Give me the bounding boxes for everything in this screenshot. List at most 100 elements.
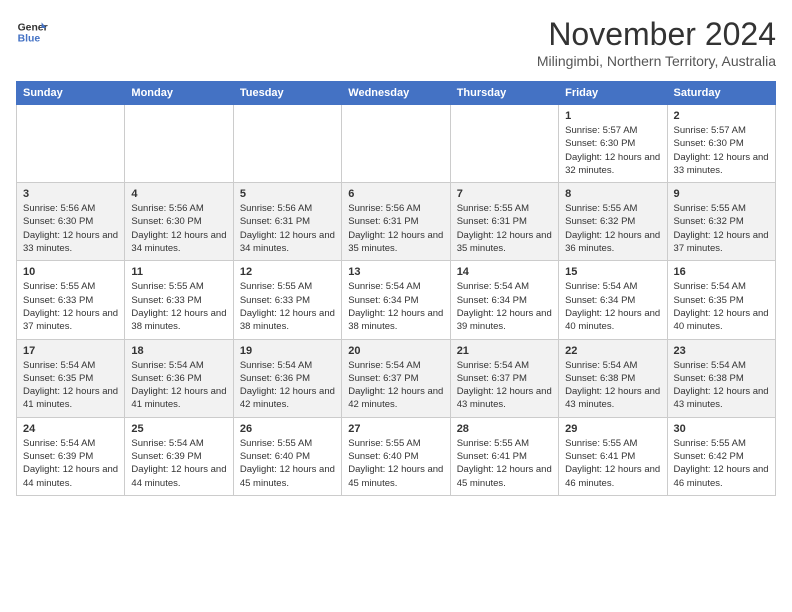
- calendar-cell: 5 Sunrise: 5:56 AM Sunset: 6:31 PM Daylig…: [233, 183, 341, 261]
- day-number: 16: [674, 266, 769, 278]
- day-info: Sunrise: 5:55 AM Sunset: 6:41 PM Dayligh…: [565, 437, 660, 490]
- calendar-cell: [450, 105, 558, 183]
- day-number: 21: [457, 345, 552, 357]
- day-info: Sunrise: 5:55 AM Sunset: 6:41 PM Dayligh…: [457, 437, 552, 490]
- calendar-table: SundayMondayTuesdayWednesdayThursdayFrid…: [16, 81, 776, 496]
- day-number: 5: [240, 188, 335, 200]
- day-info: Sunrise: 5:56 AM Sunset: 6:30 PM Dayligh…: [23, 202, 118, 255]
- calendar-cell: [342, 105, 450, 183]
- day-info: Sunrise: 5:54 AM Sunset: 6:38 PM Dayligh…: [565, 359, 660, 412]
- day-info: Sunrise: 5:54 AM Sunset: 6:39 PM Dayligh…: [131, 437, 226, 490]
- day-info: Sunrise: 5:54 AM Sunset: 6:34 PM Dayligh…: [457, 280, 552, 333]
- day-number: 26: [240, 423, 335, 435]
- day-number: 10: [23, 266, 118, 278]
- calendar-cell: 17Sunrise: 5:54 AM Sunset: 6:35 PM Dayli…: [17, 339, 125, 417]
- calendar-cell: 9Sunrise: 5:55 AM Sunset: 6:32 PM Daylig…: [667, 183, 775, 261]
- header-monday: Monday: [125, 82, 233, 105]
- week-row-2: 3 Sunrise: 5:56 AM Sunset: 6:30 PM Daylig…: [17, 183, 776, 261]
- calendar-cell: 19 Sunrise: 5:54 AM Sunset: 6:36 PM Dayli…: [233, 339, 341, 417]
- day-number: 23: [674, 345, 769, 357]
- calendar-cell: 10Sunrise: 5:55 AM Sunset: 6:33 PM Dayli…: [17, 261, 125, 339]
- calendar-cell: 29 Sunrise: 5:55 AM Sunset: 6:41 PM Dayli…: [559, 417, 667, 495]
- svg-text:Blue: Blue: [18, 34, 41, 45]
- header-friday: Friday: [559, 82, 667, 105]
- calendar-cell: 7Sunrise: 5:55 AM Sunset: 6:31 PM Daylig…: [450, 183, 558, 261]
- day-number: 13: [348, 266, 443, 278]
- calendar-cell: 21 Sunrise: 5:54 AM Sunset: 6:37 PM Dayli…: [450, 339, 558, 417]
- day-info: Sunrise: 5:55 AM Sunset: 6:32 PM Dayligh…: [674, 202, 769, 255]
- day-info: Sunrise: 5:54 AM Sunset: 6:34 PM Dayligh…: [348, 280, 443, 333]
- day-number: 1: [565, 110, 660, 122]
- day-info: Sunrise: 5:54 AM Sunset: 6:38 PM Dayligh…: [674, 359, 769, 412]
- day-number: 25: [131, 423, 226, 435]
- header-saturday: Saturday: [667, 82, 775, 105]
- calendar-cell: 1 Sunrise: 5:57 AM Sunset: 6:30 PM Daylig…: [559, 105, 667, 183]
- calendar-cell: 18 Sunrise: 5:54 AM Sunset: 6:36 PM Dayli…: [125, 339, 233, 417]
- calendar-cell: 20Sunrise: 5:54 AM Sunset: 6:37 PM Dayli…: [342, 339, 450, 417]
- calendar-cell: 11 Sunrise: 5:55 AM Sunset: 6:33 PM Dayli…: [125, 261, 233, 339]
- day-info: Sunrise: 5:55 AM Sunset: 6:40 PM Dayligh…: [240, 437, 335, 490]
- day-number: 27: [348, 423, 443, 435]
- calendar-cell: 4 Sunrise: 5:56 AM Sunset: 6:30 PM Daylig…: [125, 183, 233, 261]
- day-info: Sunrise: 5:54 AM Sunset: 6:34 PM Dayligh…: [565, 280, 660, 333]
- day-number: 24: [23, 423, 118, 435]
- day-number: 17: [23, 345, 118, 357]
- calendar-cell: 12Sunrise: 5:55 AM Sunset: 6:33 PM Dayli…: [233, 261, 341, 339]
- logo: General Blue: [16, 16, 48, 48]
- day-info: Sunrise: 5:55 AM Sunset: 6:33 PM Dayligh…: [131, 280, 226, 333]
- calendar-cell: 28 Sunrise: 5:55 AM Sunset: 6:41 PM Dayli…: [450, 417, 558, 495]
- day-info: Sunrise: 5:54 AM Sunset: 6:39 PM Dayligh…: [23, 437, 118, 490]
- day-number: 12: [240, 266, 335, 278]
- day-info: Sunrise: 5:55 AM Sunset: 6:32 PM Dayligh…: [565, 202, 660, 255]
- day-number: 22: [565, 345, 660, 357]
- calendar-cell: 25 Sunrise: 5:54 AM Sunset: 6:39 PM Dayli…: [125, 417, 233, 495]
- title-section: November 2024 Milingimbi, Northern Terri…: [537, 16, 776, 69]
- calendar-cell: 15 Sunrise: 5:54 AM Sunset: 6:34 PM Dayli…: [559, 261, 667, 339]
- day-number: 2: [674, 110, 769, 122]
- calendar-cell: 2Sunrise: 5:57 AM Sunset: 6:30 PM Daylig…: [667, 105, 775, 183]
- header-thursday: Thursday: [450, 82, 558, 105]
- location-subtitle: Milingimbi, Northern Territory, Australi…: [537, 53, 776, 69]
- week-row-3: 10 Sunrise: 5:55 AM Sunset: 6:33 PM Dayli…: [17, 261, 776, 339]
- header-sunday: Sunday: [17, 82, 125, 105]
- day-number: 29: [565, 423, 660, 435]
- day-info: Sunrise: 5:54 AM Sunset: 6:37 PM Dayligh…: [348, 359, 443, 412]
- day-info: Sunrise: 5:54 AM Sunset: 6:36 PM Dayligh…: [240, 359, 335, 412]
- calendar-header-row: SundayMondayTuesdayWednesdayThursdayFrid…: [17, 82, 776, 105]
- calendar-cell: 24 Sunrise: 5:54 AM Sunset: 6:39 PM Dayli…: [17, 417, 125, 495]
- calendar-cell: 8 Sunrise: 5:55 AM Sunset: 6:32 PM Daylig…: [559, 183, 667, 261]
- day-number: 18: [131, 345, 226, 357]
- day-number: 14: [457, 266, 552, 278]
- header-wednesday: Wednesday: [342, 82, 450, 105]
- day-info: Sunrise: 5:54 AM Sunset: 6:37 PM Dayligh…: [457, 359, 552, 412]
- week-row-1: 1 Sunrise: 5:57 AM Sunset: 6:30 PM Daylig…: [17, 105, 776, 183]
- day-number: 19: [240, 345, 335, 357]
- day-number: 3: [23, 188, 118, 200]
- calendar-cell: 3 Sunrise: 5:56 AM Sunset: 6:30 PM Daylig…: [17, 183, 125, 261]
- day-number: 28: [457, 423, 552, 435]
- day-info: Sunrise: 5:56 AM Sunset: 6:30 PM Dayligh…: [131, 202, 226, 255]
- day-info: Sunrise: 5:54 AM Sunset: 6:35 PM Dayligh…: [674, 280, 769, 333]
- week-row-5: 24 Sunrise: 5:54 AM Sunset: 6:39 PM Dayli…: [17, 417, 776, 495]
- day-info: Sunrise: 5:55 AM Sunset: 6:42 PM Dayligh…: [674, 437, 769, 490]
- logo-icon: General Blue: [16, 16, 48, 48]
- day-number: 11: [131, 266, 226, 278]
- day-number: 4: [131, 188, 226, 200]
- day-number: 8: [565, 188, 660, 200]
- page-header: General Blue November 2024 Milingimbi, N…: [16, 16, 776, 69]
- calendar-cell: [125, 105, 233, 183]
- calendar-cell: 13 Sunrise: 5:54 AM Sunset: 6:34 PM Dayli…: [342, 261, 450, 339]
- month-title: November 2024: [537, 16, 776, 53]
- day-info: Sunrise: 5:54 AM Sunset: 6:36 PM Dayligh…: [131, 359, 226, 412]
- calendar-cell: 30 Sunrise: 5:55 AM Sunset: 6:42 PM Dayli…: [667, 417, 775, 495]
- calendar-cell: 26 Sunrise: 5:55 AM Sunset: 6:40 PM Dayli…: [233, 417, 341, 495]
- day-number: 30: [674, 423, 769, 435]
- day-number: 7: [457, 188, 552, 200]
- calendar-cell: [17, 105, 125, 183]
- calendar-cell: 16 Sunrise: 5:54 AM Sunset: 6:35 PM Dayli…: [667, 261, 775, 339]
- day-info: Sunrise: 5:56 AM Sunset: 6:31 PM Dayligh…: [240, 202, 335, 255]
- day-number: 15: [565, 266, 660, 278]
- calendar-cell: 23 Sunrise: 5:54 AM Sunset: 6:38 PM Dayli…: [667, 339, 775, 417]
- day-info: Sunrise: 5:57 AM Sunset: 6:30 PM Dayligh…: [565, 124, 660, 177]
- day-info: Sunrise: 5:55 AM Sunset: 6:40 PM Dayligh…: [348, 437, 443, 490]
